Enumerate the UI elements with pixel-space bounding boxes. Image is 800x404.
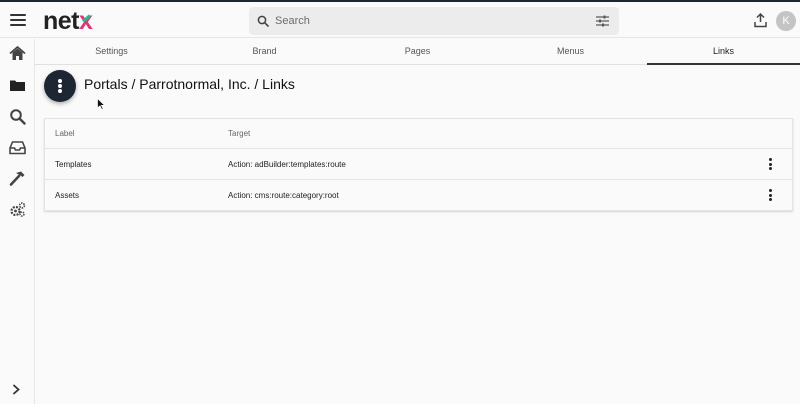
actions-menu-button[interactable] (44, 70, 76, 102)
home-icon[interactable] (9, 45, 26, 62)
tab-pages[interactable]: Pages (341, 39, 494, 64)
search-icon[interactable] (9, 108, 26, 125)
netx-logo[interactable]: netx (43, 6, 93, 36)
mouse-cursor-icon (97, 98, 105, 110)
table-header-row: Label Target (45, 119, 792, 149)
tab-brand[interactable]: Brand (188, 39, 341, 64)
column-header-label[interactable]: Label (55, 129, 75, 138)
tab-bar: Settings Brand Pages Menus Links (35, 39, 800, 65)
table-row[interactable]: Templates Action: adBuilder:templates:ro… (45, 149, 792, 180)
tab-menus[interactable]: Menus (494, 39, 647, 64)
link-label: Assets (55, 191, 80, 200)
sidebar (0, 39, 35, 404)
table-row[interactable]: Assets Action: cms:route:category:root (45, 180, 792, 211)
more-dot (58, 84, 62, 88)
tab-settings[interactable]: Settings (35, 39, 188, 64)
more-dot (58, 89, 62, 93)
link-target: Action: cms:route:category:root (228, 191, 339, 200)
search-icon (257, 15, 269, 27)
more-vertical-icon (58, 79, 62, 83)
folder-icon[interactable] (9, 77, 26, 94)
links-table: Label Target Templates Action: adBuilder… (44, 118, 793, 211)
link-target: Action: adBuilder:templates:route (228, 160, 346, 169)
search-input[interactable] (275, 7, 585, 35)
row-more-vertical-icon[interactable] (768, 188, 774, 202)
link-label: Templates (55, 160, 92, 169)
search-bar (249, 7, 619, 35)
logo-x: x (79, 7, 93, 35)
hammer-icon[interactable] (9, 170, 26, 187)
tab-links[interactable]: Links (647, 39, 800, 65)
chevron-right-icon[interactable] (11, 384, 22, 395)
inbox-icon[interactable] (9, 139, 26, 156)
avatar[interactable]: K (776, 11, 796, 31)
breadcrumb: Portals / Parrotnormal, Inc. / Links (84, 76, 295, 92)
app-header: netx K (0, 2, 800, 38)
filter-settings-icon[interactable] (596, 15, 609, 27)
row-more-vertical-icon[interactable] (768, 157, 774, 171)
column-header-target[interactable]: Target (228, 129, 250, 138)
logo-prefix: net (43, 7, 80, 35)
gears-icon[interactable] (9, 201, 26, 218)
menu-icon[interactable] (9, 11, 27, 29)
upload-icon[interactable] (754, 13, 767, 28)
